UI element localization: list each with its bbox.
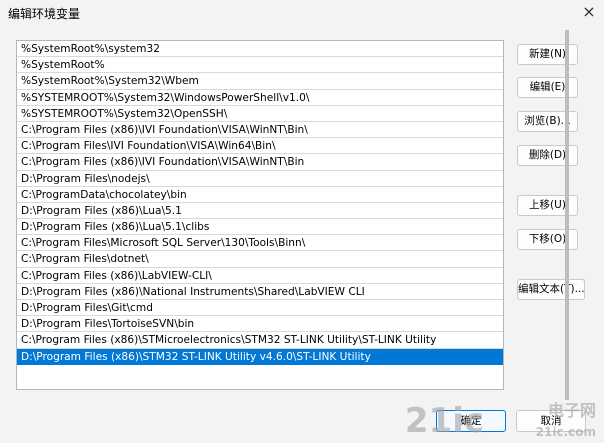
path-item[interactable]: %SYSTEMROOT%\System32\WindowsPowerShell\…	[17, 90, 503, 106]
ok-button[interactable]: 确定	[436, 410, 506, 432]
cancel-button[interactable]: 取消	[516, 410, 586, 432]
path-item[interactable]: C:\Program Files (x86)\STMicroelectronic…	[17, 332, 503, 349]
edit-env-var-dialog: 编辑环境变量 × %SystemRoot%\system32 %SystemRoo…	[0, 0, 604, 443]
path-list[interactable]: %SystemRoot%\system32 %SystemRoot% %System…	[16, 40, 504, 390]
edit-text-button[interactable]: 编辑文本(T)...	[517, 279, 585, 300]
path-item[interactable]: %SystemRoot%\system32	[17, 41, 503, 58]
path-item[interactable]: C:\Program Files (x86)\IVI Foundation\VI…	[17, 154, 503, 171]
path-item[interactable]: D:\Program Files (x86)\Lua\5.1\clibs	[17, 219, 503, 236]
title-bar: 编辑环境变量 ×	[0, 0, 604, 26]
path-item[interactable]: D:\Program Files (x86)\STM32 ST-LINK Uti…	[17, 348, 503, 365]
path-item[interactable]: C:\Program Files (x86)\LabVIEW-CLI\	[17, 268, 503, 284]
path-item[interactable]: C:\Program Files (x86)\IVI Foundation\VI…	[17, 122, 503, 139]
dialog-scrollbar[interactable]	[565, 30, 569, 400]
path-item[interactable]: D:\Program Files (x86)\National Instrume…	[17, 284, 503, 300]
path-item[interactable]: C:\ProgramData\chocolatey\bin	[17, 187, 503, 203]
dialog-title: 编辑环境变量	[8, 7, 81, 21]
path-item[interactable]: C:\Program Files\dotnet\	[17, 251, 503, 268]
path-item[interactable]: C:\Program Files\IVI Foundation\VISA\Win…	[17, 138, 503, 155]
path-item[interactable]: D:\Program Files (x86)\Lua\5.1	[17, 203, 503, 220]
path-item[interactable]: %SystemRoot%\System32\Wbem	[17, 73, 503, 90]
path-item[interactable]: %SYSTEMROOT%\System32\OpenSSH\	[17, 106, 503, 122]
path-item[interactable]: C:\Program Files\Microsoft SQL Server\13…	[17, 235, 503, 252]
close-icon[interactable]: ×	[580, 3, 598, 21]
path-item[interactable]: D:\Program Files\TortoiseSVN\bin	[17, 316, 503, 333]
path-item[interactable]: D:\Program Files\nodejs\	[17, 171, 503, 187]
path-item[interactable]: %SystemRoot%	[17, 57, 503, 74]
path-item[interactable]: D:\Program Files\Git\cmd	[17, 300, 503, 317]
